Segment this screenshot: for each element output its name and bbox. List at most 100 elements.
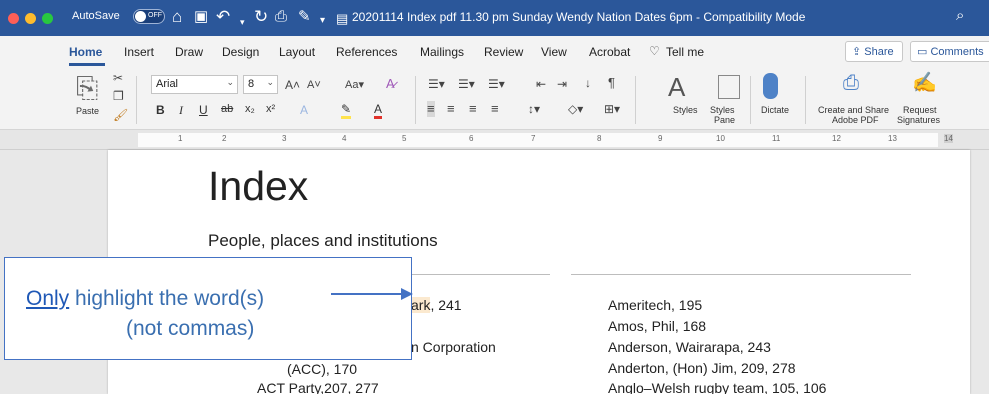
numbering-icon[interactable]: ☰▾ — [458, 76, 475, 92]
paste-icon[interactable]: ⎘ — [76, 73, 98, 103]
close-window-button[interactable] — [8, 13, 19, 24]
strikethrough-icon[interactable]: ab — [221, 103, 233, 115]
index-entry[interactable]: n Corporation — [411, 339, 496, 355]
superscript-icon[interactable]: x² — [266, 103, 275, 115]
index-entry[interactable]: Amos, Phil, 168 — [608, 318, 706, 334]
zoom-window-button[interactable] — [42, 13, 53, 24]
styles-pane-icon[interactable] — [718, 75, 740, 99]
minimize-window-button[interactable] — [25, 13, 36, 24]
ruler-number: 13 — [888, 134, 897, 143]
font-name-value: Arial — [156, 78, 179, 90]
index-entry[interactable]: ACT Party,207, 277 — [257, 380, 379, 394]
tab-acrobat[interactable]: Acrobat — [589, 45, 630, 59]
share-icon: ⇪ — [852, 46, 865, 58]
undo-icon[interactable]: ↶ — [216, 7, 230, 27]
sort-icon[interactable]: ↓ — [585, 75, 591, 91]
underline-icon[interactable]: U — [199, 103, 208, 117]
page-subtitle[interactable]: People, places and institutions — [208, 231, 438, 251]
bullets-icon[interactable]: ☰▾ — [428, 76, 445, 92]
font-color-icon[interactable]: A — [374, 103, 383, 119]
index-entry[interactable]: (ACC), 170 — [287, 361, 357, 377]
decrease-indent-icon[interactable]: ⇤ — [536, 76, 546, 92]
autosave-label: AutoSave — [72, 10, 120, 22]
font-name-select[interactable]: Arial ⌄ — [151, 75, 238, 94]
change-case-icon[interactable]: Aa▾ — [345, 77, 364, 93]
right-column-rule — [571, 274, 911, 275]
copy-icon[interactable]: ❐ — [113, 88, 124, 104]
create-pdf-icon[interactable]: ⎙ — [843, 73, 859, 93]
tab-draw[interactable]: Draw — [175, 45, 203, 59]
index-entry[interactable]: Anderton, (Hon) Jim, 209, 278 — [608, 360, 796, 376]
home-icon[interactable]: ⌂ — [172, 7, 182, 27]
ruler-number: 2 — [222, 134, 227, 143]
comments-button[interactable]: ▭ Comments — [910, 41, 989, 62]
tab-design[interactable]: Design — [222, 45, 259, 59]
styles-pane-label-2: Pane — [714, 115, 736, 125]
ribbon-divider — [136, 76, 137, 124]
callout-text-line-2: (not commas) — [126, 317, 255, 340]
index-entry[interactable]: ark, 241 — [411, 297, 462, 313]
align-right-icon[interactable]: ≡ — [469, 101, 477, 117]
tab-review[interactable]: Review — [484, 45, 523, 59]
multilevel-list-icon[interactable]: ☰▾ — [488, 76, 505, 92]
tab-layout[interactable]: Layout — [279, 45, 315, 59]
print-icon[interactable]: ⎙ — [275, 7, 287, 27]
index-entry[interactable]: Ameritech, 195 — [608, 297, 702, 313]
subscript-icon[interactable]: x₂ — [245, 103, 255, 115]
ruler-number: 5 — [402, 134, 407, 143]
tell-me-search[interactable]: Tell me — [666, 45, 704, 59]
share-label: Share — [864, 46, 894, 58]
ruler-number: 9 — [658, 134, 663, 143]
request-signatures-icon[interactable]: ✍ — [912, 73, 937, 93]
search-icon[interactable]: ⌕ — [956, 7, 964, 24]
save-icon[interactable]: ▣ — [194, 7, 208, 27]
borders-icon[interactable]: ⊞▾ — [604, 101, 620, 117]
format-painter-icon[interactable]: 🖌 — [113, 107, 128, 123]
autosave-toggle[interactable]: OFF — [133, 9, 165, 24]
tab-references[interactable]: References — [336, 45, 397, 59]
styles-icon[interactable]: A — [668, 73, 685, 101]
align-left-icon[interactable]: ≡ — [427, 101, 435, 117]
page-title[interactable]: Index — [208, 163, 308, 210]
line-spacing-icon[interactable]: ↕▾ — [528, 101, 540, 117]
redo-icon[interactable]: ↻ — [254, 7, 268, 27]
index-entry[interactable]: Anglo–Welsh rugby team, 105, 106 — [608, 380, 826, 394]
edit-icon[interactable]: ✎ — [298, 7, 311, 27]
font-size-select[interactable]: 8 ⌄ — [243, 75, 278, 94]
tab-insert[interactable]: Insert — [124, 45, 154, 59]
text-effects-icon[interactable]: A — [300, 103, 308, 117]
highlighted-word[interactable]: ark — [411, 297, 431, 313]
create-share-label-1: Create and Share — [818, 105, 890, 115]
undo-dropdown-icon[interactable]: ▾ — [240, 12, 245, 32]
customize-toolbar-icon[interactable]: ▾ — [320, 11, 325, 31]
comment-icon: ▭ — [917, 46, 931, 58]
tab-home[interactable]: Home — [69, 45, 102, 59]
index-entry[interactable]: Anderson, Wairarapa, 243 — [608, 339, 771, 355]
ruler-number: 3 — [282, 134, 287, 143]
clear-formatting-icon[interactable]: A̷ — [386, 76, 395, 92]
grow-font-icon[interactable]: A˄ — [285, 77, 300, 93]
left-column-rule — [390, 274, 550, 275]
document-title: 20201114 Index pdf 11.30 pm Sunday Wendy… — [352, 10, 806, 24]
ruler-number: 11 — [772, 134, 781, 143]
increase-indent-icon[interactable]: ⇥ — [557, 76, 567, 92]
justify-icon[interactable]: ≡ — [491, 101, 499, 117]
paragraph-marks-icon[interactable]: ¶ — [608, 75, 615, 91]
shrink-font-icon[interactable]: A˅ — [307, 77, 321, 93]
tab-mailings[interactable]: Mailings — [420, 45, 464, 59]
create-share-label-2: Adobe PDF — [832, 115, 879, 125]
share-button[interactable]: ⇪ Share — [845, 41, 903, 62]
bold-icon[interactable]: B — [156, 103, 165, 117]
microphone-icon[interactable] — [763, 73, 778, 99]
ribbon-divider — [750, 76, 751, 124]
styles-label: Styles — [673, 105, 698, 115]
tab-view[interactable]: View — [541, 45, 567, 59]
italic-icon[interactable]: I — [179, 103, 183, 118]
ruler-number: 1 — [178, 134, 183, 143]
highlight-icon[interactable]: ✎ — [341, 103, 352, 119]
shading-icon[interactable]: ◇▾ — [568, 101, 583, 117]
ribbon-divider — [635, 76, 636, 124]
align-center-icon[interactable]: ≡ — [447, 101, 455, 117]
ruler-number: 7 — [531, 134, 536, 143]
cut-icon[interactable]: ✂ — [113, 70, 123, 86]
